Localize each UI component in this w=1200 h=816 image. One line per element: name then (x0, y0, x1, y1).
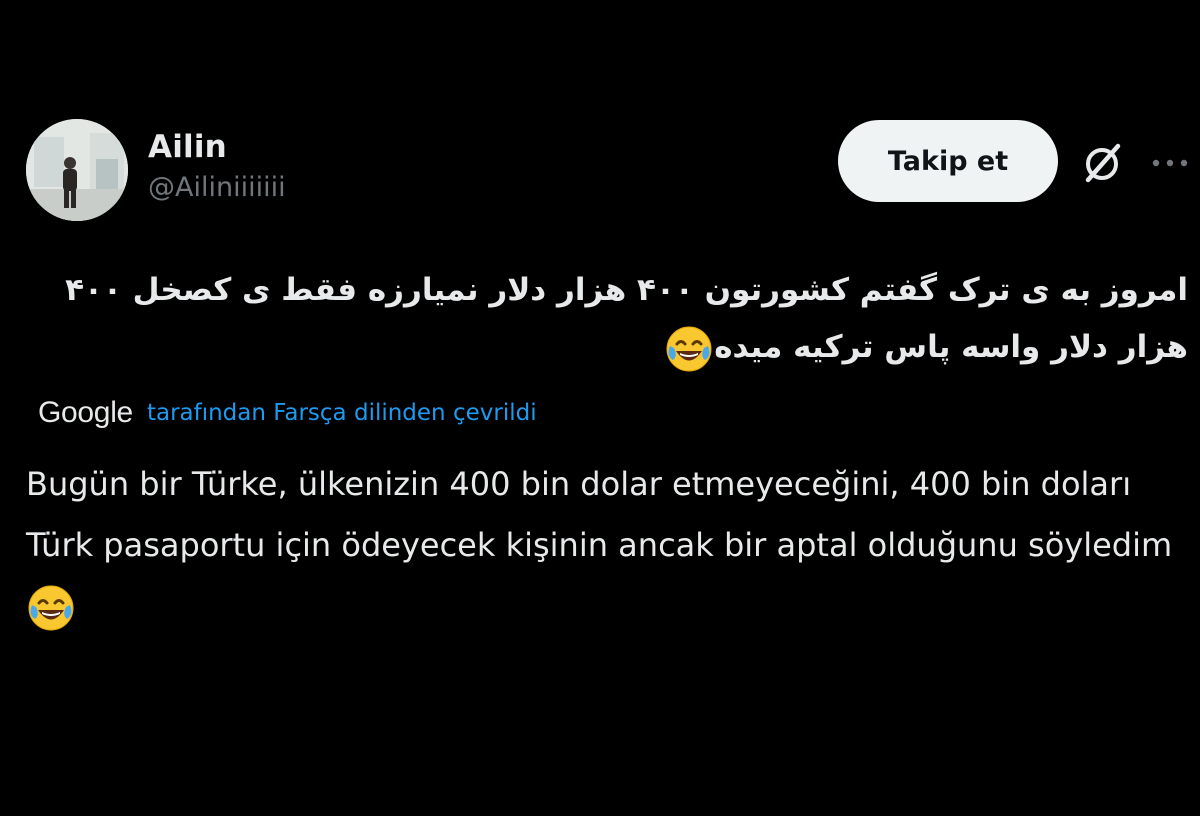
display-name[interactable]: Ailin (148, 128, 286, 166)
tweet-translated-text: Bugün bir Türke, ülkenizin 400 bin dolar… (26, 454, 1176, 637)
original-text-content: امروز به ی ترک گفتم کشورتون ۴۰۰ هزار دلا… (65, 272, 1188, 365)
user-info[interactable]: Ailin @Ailiniiiiiii (148, 128, 286, 208)
more-icon[interactable] (1148, 148, 1192, 178)
google-logo: Google (38, 396, 133, 429)
face-with-tears-of-joy-icon (26, 583, 76, 633)
grok-icon[interactable] (1080, 140, 1126, 186)
follow-button[interactable]: Takip et (838, 120, 1058, 202)
face-with-tears-of-joy-icon (664, 324, 714, 374)
user-handle[interactable]: @Ailiniiiiiii (148, 168, 286, 208)
tweet-original-text: امروز به ی ترک گفتم کشورتون ۴۰۰ هزار دلا… (28, 262, 1188, 376)
translated-text-content: Bugün bir Türke, ülkenizin 400 bin dolar… (26, 465, 1173, 564)
avatar[interactable] (26, 119, 128, 221)
translation-attribution: Google tarafından Farsça dilinden çevril… (38, 393, 537, 433)
avatar-photo (26, 119, 128, 221)
translation-label-link[interactable]: tarafından Farsça dilinden çevrildi (147, 400, 537, 426)
tweet-card: Ailin @Ailiniiiiiii Takip et امروز به ی … (0, 0, 1200, 816)
